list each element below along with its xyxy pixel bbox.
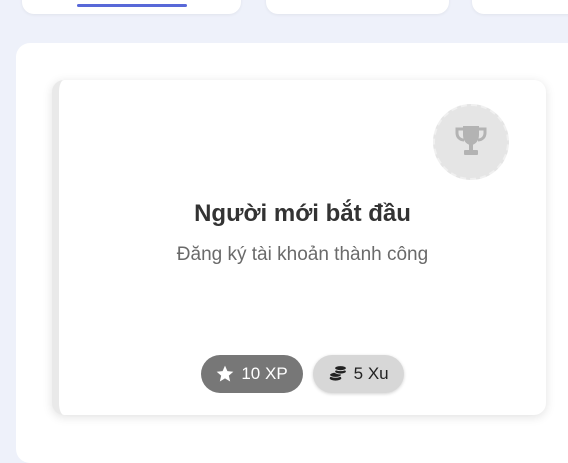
achievement-badge [433, 104, 509, 180]
coins-icon [328, 364, 348, 384]
xp-reward-label: 10 XP [241, 364, 288, 383]
star-icon [215, 364, 235, 384]
achievement-title: Người mới bắt đầu [194, 200, 411, 227]
xp-reward-badge: 10 XP [201, 355, 303, 393]
achievement-card[interactable]: Người mới bắt đầu Đăng ký tài khoản thàn… [52, 80, 546, 415]
tab-second[interactable] [266, 0, 449, 14]
reward-badges: 10 XP 5 Xu [59, 355, 546, 393]
achievement-description: Đăng ký tài khoản thành công [176, 244, 429, 265]
tab-third[interactable] [472, 0, 568, 14]
coin-reward-label: 5 Xu [353, 364, 389, 383]
coin-reward-badge: 5 Xu [312, 355, 404, 393]
tab-first[interactable] [22, 0, 241, 14]
active-tab-indicator [77, 4, 187, 7]
trophy-icon [452, 121, 490, 164]
